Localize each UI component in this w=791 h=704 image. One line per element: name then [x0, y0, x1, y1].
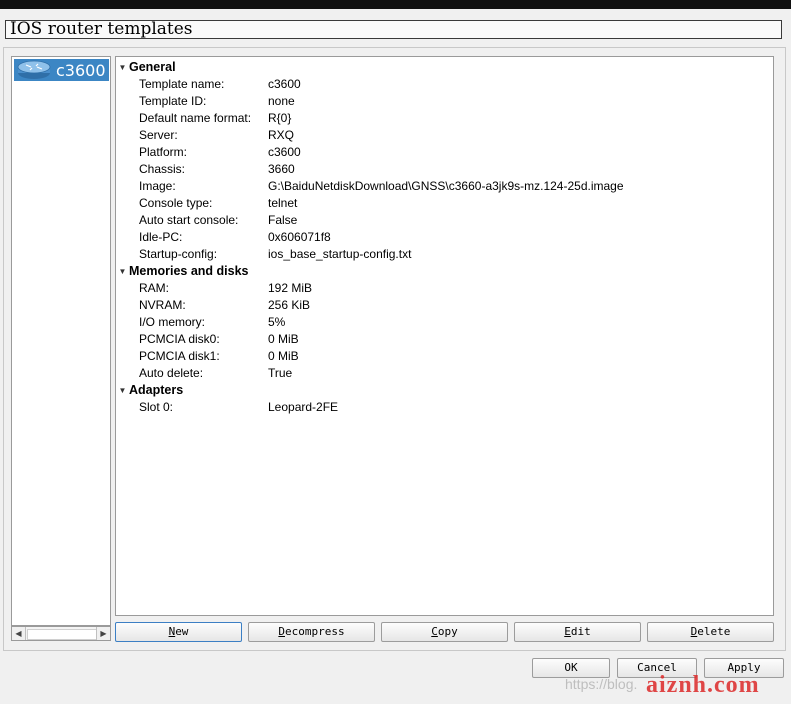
detail-row: Startup-config: ios_base_startup-config.t…	[116, 246, 766, 263]
detail-value: R{0}	[268, 111, 292, 125]
detail-row: Template ID: none	[116, 93, 766, 110]
page-title: IOS router templates	[5, 20, 782, 39]
router-icon	[17, 60, 51, 79]
template-list-item-c3600[interactable]: c3600	[14, 59, 109, 81]
expand-triangle-icon[interactable]: ▼	[116, 382, 129, 399]
detail-row: Chassis: 3660	[116, 161, 766, 178]
detail-row: Image: G:\BaiduNetdiskDownload\GNSS\c3660…	[116, 178, 766, 195]
detail-row: Server: RXQ	[116, 127, 766, 144]
scroll-thumb[interactable]	[27, 629, 97, 640]
detail-value: telnet	[268, 196, 298, 210]
detail-value: none	[268, 94, 295, 108]
ok-button[interactable]: OK	[532, 658, 610, 678]
template-list-item-label: c3600	[56, 60, 106, 80]
edit-button[interactable]: Edit	[514, 622, 641, 642]
new-button-label: ew	[175, 625, 189, 638]
detail-row: PCMCIA disk1: 0 MiB	[116, 348, 766, 365]
detail-value: True	[268, 366, 293, 380]
new-button[interactable]: New	[115, 622, 242, 642]
section-title: Memories and disks	[129, 264, 249, 278]
detail-value: 0 MiB	[268, 332, 299, 346]
template-details-tree[interactable]: ▼ General Template name: c3600 Template I…	[115, 56, 774, 616]
detail-row: Console type: telnet	[116, 195, 766, 212]
detail-row: NVRAM: 256 KiB	[116, 297, 766, 314]
detail-key: Image:	[139, 179, 176, 193]
template-list-hscrollbar[interactable]: ◀ ▶	[11, 626, 111, 641]
section-title: Adapters	[129, 383, 184, 397]
detail-value: 3660	[268, 162, 295, 176]
copy-button-mnemonic: C	[431, 625, 438, 638]
detail-key: Template ID:	[139, 94, 207, 108]
detail-value: 0 MiB	[268, 349, 299, 363]
detail-key: Default name format:	[139, 111, 252, 125]
scroll-left-icon[interactable]: ◀	[12, 627, 26, 640]
expand-triangle-icon[interactable]: ▼	[116, 263, 129, 280]
edit-button-mnemonic: E	[564, 625, 571, 638]
window-top-bar	[0, 0, 791, 9]
decompress-button-mnemonic: D	[278, 625, 285, 638]
section-general[interactable]: ▼ General	[116, 59, 176, 76]
detail-key: Slot 0:	[139, 400, 174, 414]
template-list[interactable]: c3600	[11, 56, 111, 626]
detail-key: RAM:	[139, 281, 169, 295]
detail-key: Server:	[139, 128, 178, 142]
section-memories-and-disks[interactable]: ▼ Memories and disks	[116, 263, 249, 280]
expand-triangle-icon[interactable]: ▼	[116, 59, 129, 76]
scroll-right-icon[interactable]: ▶	[96, 627, 110, 640]
detail-row: PCMCIA disk0: 0 MiB	[116, 331, 766, 348]
decompress-button-label: ecompress	[285, 625, 345, 638]
detail-key: PCMCIA disk0:	[139, 332, 220, 346]
detail-value: False	[268, 213, 298, 227]
detail-key: I/O memory:	[139, 315, 206, 329]
detail-row: Platform: c3600	[116, 144, 766, 161]
detail-key: Template name:	[139, 77, 225, 91]
delete-button[interactable]: Delete	[647, 622, 774, 642]
detail-key: Auto start console:	[139, 213, 239, 227]
detail-row: RAM: 192 MiB	[116, 280, 766, 297]
detail-value: 192 MiB	[268, 281, 313, 295]
detail-key: PCMCIA disk1:	[139, 349, 220, 363]
detail-value: RXQ	[268, 128, 295, 142]
detail-value: 256 KiB	[268, 298, 311, 312]
detail-row: Auto delete: True	[116, 365, 766, 382]
watermark-brand: aiznh.com	[646, 672, 760, 698]
watermark-url: https://blog.	[565, 676, 638, 692]
detail-key: NVRAM:	[139, 298, 186, 312]
section-title: General	[129, 60, 176, 74]
detail-value: G:\BaiduNetdiskDownload\GNSS\c3660-a3jk9…	[268, 179, 624, 193]
detail-value: Leopard-2FE	[268, 400, 339, 414]
section-adapters[interactable]: ▼ Adapters	[116, 382, 184, 399]
detail-key: Idle-PC:	[139, 230, 183, 244]
detail-value: 5%	[268, 315, 286, 329]
detail-value: ios_base_startup-config.txt	[268, 247, 412, 261]
decompress-button[interactable]: Decompress	[248, 622, 375, 642]
detail-row: Idle-PC: 0x606071f8	[116, 229, 766, 246]
detail-value: c3600	[268, 145, 301, 159]
detail-key: Chassis:	[139, 162, 186, 176]
detail-key: Startup-config:	[139, 247, 218, 261]
detail-row: Auto start console: False	[116, 212, 766, 229]
delete-button-label: elete	[697, 625, 731, 638]
detail-key: Auto delete:	[139, 366, 204, 380]
detail-row: Template name: c3600	[116, 76, 766, 93]
detail-value: 0x606071f8	[268, 230, 331, 244]
detail-row: Default name format: R{0}	[116, 110, 766, 127]
detail-key: Console type:	[139, 196, 213, 210]
edit-button-label: dit	[570, 625, 591, 638]
detail-row: I/O memory: 5%	[116, 314, 766, 331]
detail-value: c3600	[268, 77, 301, 91]
copy-button[interactable]: Copy	[381, 622, 508, 642]
detail-key: Platform:	[139, 145, 188, 159]
copy-button-label: opy	[437, 625, 458, 638]
detail-row: Slot 0: Leopard-2FE	[116, 399, 766, 416]
